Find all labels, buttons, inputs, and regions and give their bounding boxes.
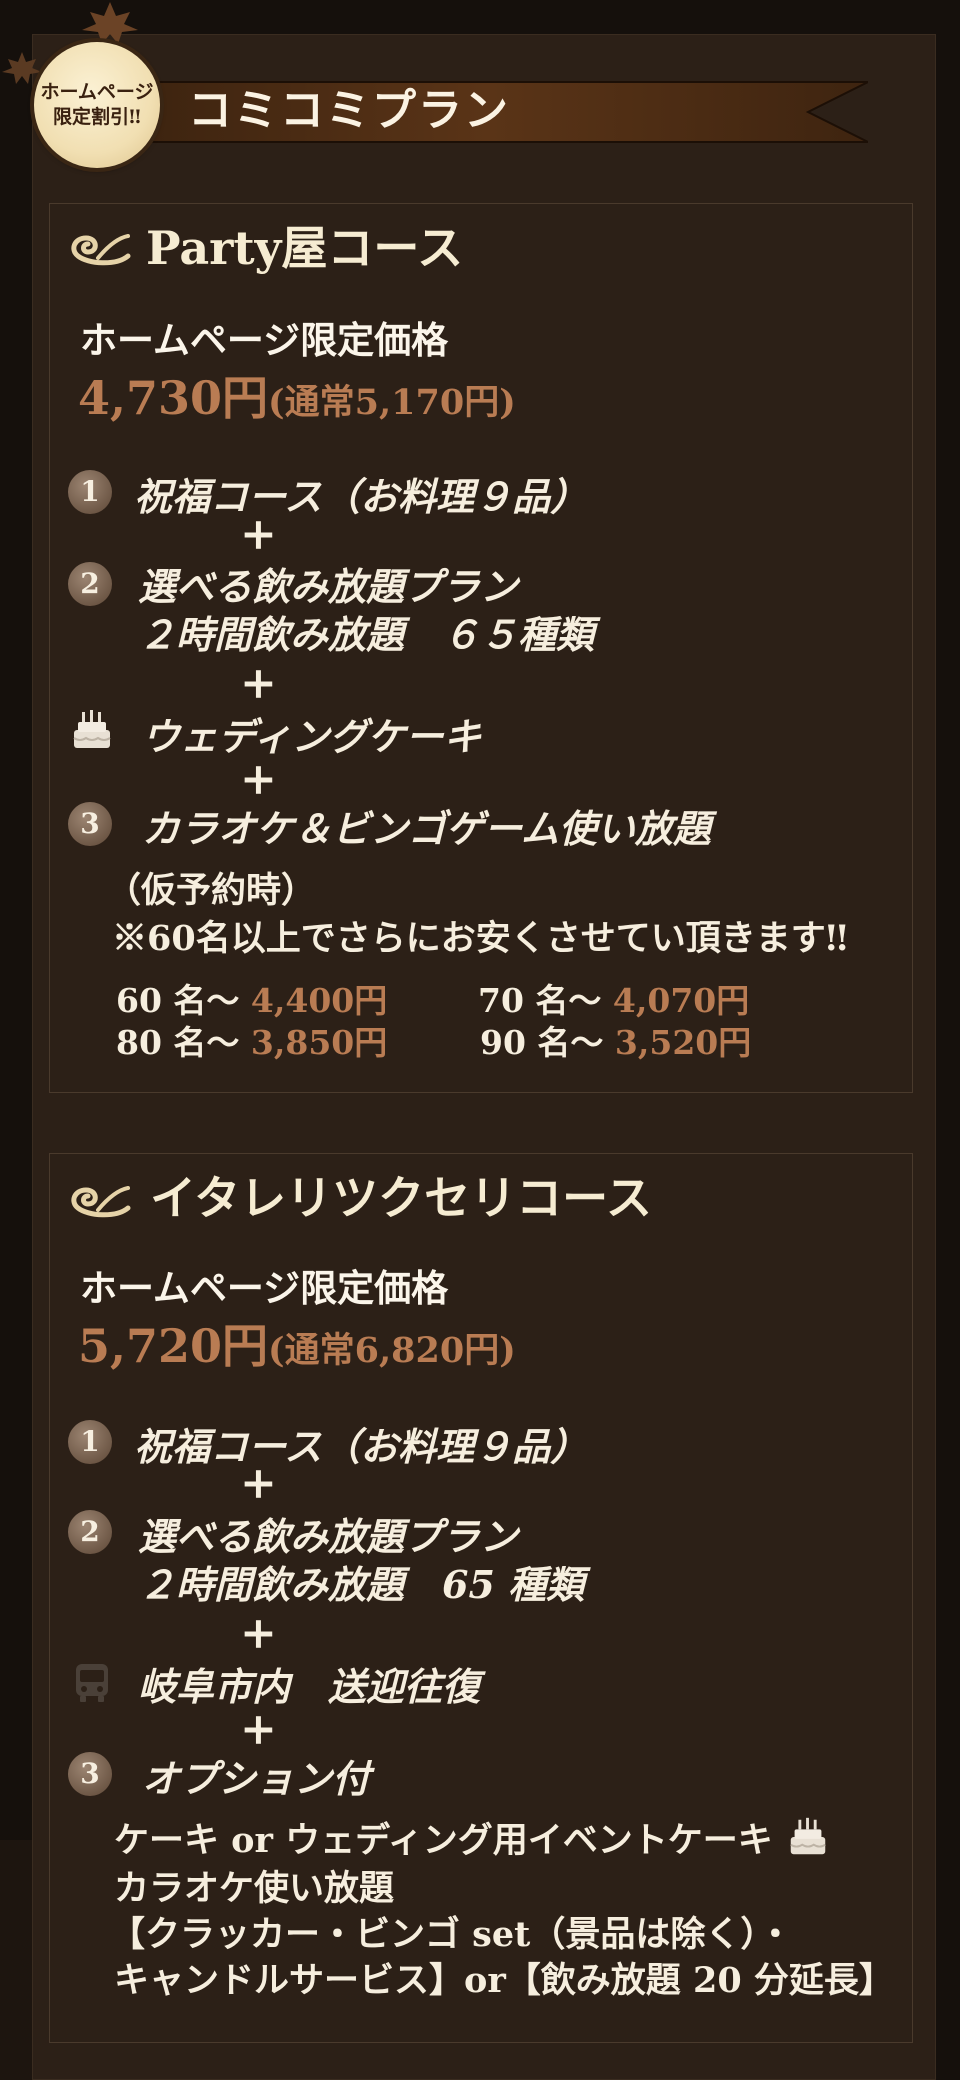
- option-detail-3: 【クラッカー・ビンゴ set（景品は除く）・: [110, 1914, 793, 1955]
- course-item-1: 祝福コース（お料理９品）: [134, 474, 589, 519]
- course-card-party: Party屋コース ホームページ限定価格 4,730円(通常5,170円) 1 …: [49, 203, 913, 1093]
- price-label: ホームページ限定価格: [80, 318, 449, 362]
- number-badge-2: 2: [68, 562, 112, 606]
- discount-note: ※60名以上でさらにお安くさせてい頂きます‼: [112, 918, 848, 959]
- number-badge-3: 3: [68, 1752, 112, 1796]
- course-item-1: 祝福コース（お料理９品）: [134, 1424, 589, 1469]
- price-line: 4,730円(通常5,170円): [78, 362, 516, 428]
- badge-line-1: ホームページ: [40, 81, 154, 103]
- cake-item: ウェディングケーキ: [142, 714, 482, 759]
- plus-sign: +: [240, 1704, 277, 1755]
- swirl-ornament-icon: [71, 1186, 131, 1218]
- course-title: イタレリツクセリコース: [150, 1171, 652, 1225]
- swirl-ornament-icon: [71, 234, 131, 266]
- course-title: Party屋コース: [146, 221, 464, 275]
- course-item-2-detail: ２時間飲み放題 65 種類: [138, 1562, 585, 1607]
- tier-60: 60 名〜 4,400円: [116, 974, 387, 1022]
- badge-line-2: 限定割引‼: [53, 106, 141, 128]
- plus-sign: +: [240, 1458, 277, 1509]
- tier-people: 70 名〜: [478, 981, 602, 1020]
- tier-people: 80 名〜: [116, 1023, 240, 1062]
- tier-90: 90 名〜 3,520円: [480, 1016, 751, 1064]
- bus-icon: [76, 1664, 108, 1702]
- discount-badge: ホームページ 限定割引‼: [34, 42, 160, 168]
- price-label: ホームページ限定価格: [80, 1266, 449, 1310]
- option-detail-1: ケーキ or ウェディング用イベントケーキ: [114, 1812, 831, 1863]
- number-badge-1: 1: [68, 470, 112, 514]
- cake-icon: [790, 1817, 826, 1855]
- reservation-note: （仮予約時）: [106, 870, 317, 911]
- course-item-2-detail: ２時間飲み放題 ６５種類: [138, 612, 595, 657]
- maple-leaf-icon: [82, 2, 138, 44]
- option-detail-2: カラオケ使い放題: [114, 1868, 395, 1909]
- number-badge-1: 1: [68, 1420, 112, 1464]
- course-item-2: 選べる飲み放題プラン: [138, 1514, 519, 1559]
- plus-sign: +: [240, 1608, 277, 1659]
- plus-sign: +: [240, 754, 277, 805]
- number-badge-2: 2: [68, 1510, 112, 1554]
- option-detail-4: キャンドルサービス】or【飲み放題 20 分延長】: [114, 1960, 894, 2001]
- price-value: 4,730円: [78, 371, 269, 425]
- price-normal: (通常5,170円): [268, 382, 516, 423]
- price-line: 5,720円(通常6,820円): [78, 1310, 516, 1376]
- tier-price: 4,070円: [612, 981, 750, 1020]
- tier-80: 80 名〜 3,850円: [116, 1016, 387, 1064]
- course-item-2: 選べる飲み放題プラン: [138, 564, 519, 609]
- tier-price: 3,850円: [250, 1023, 388, 1062]
- course-item-3: カラオケ＆ビンゴゲーム使い放題: [142, 806, 711, 851]
- plus-sign: +: [240, 658, 277, 709]
- tier-people: 90 名〜: [480, 1023, 604, 1062]
- tier-70: 70 名〜 4,070円: [478, 974, 749, 1022]
- price-normal: (通常6,820円): [268, 1330, 516, 1371]
- cake-icon: [73, 710, 111, 748]
- tier-price: 3,520円: [614, 1023, 752, 1062]
- shuttle-item: 岐阜市内 送迎往復: [138, 1664, 481, 1709]
- tier-people: 60 名〜: [116, 981, 240, 1020]
- left-shade: [0, 1840, 32, 2080]
- option-cake-text: ケーキ or ウェディング用イベントケーキ: [114, 1820, 773, 1861]
- course-item-3: オプション付: [142, 1756, 371, 1801]
- price-value: 5,720円: [78, 1319, 269, 1373]
- maple-leaf-icon: [2, 52, 42, 84]
- tier-price: 4,400円: [250, 981, 388, 1020]
- plan-title: コミコミプラン: [188, 85, 510, 136]
- course-card-itareritsukuseri: イタレリツクセリコース ホームページ限定価格 5,720円(通常6,820円) …: [49, 1153, 913, 2043]
- plus-sign: +: [240, 509, 277, 560]
- number-badge-3: 3: [68, 802, 112, 846]
